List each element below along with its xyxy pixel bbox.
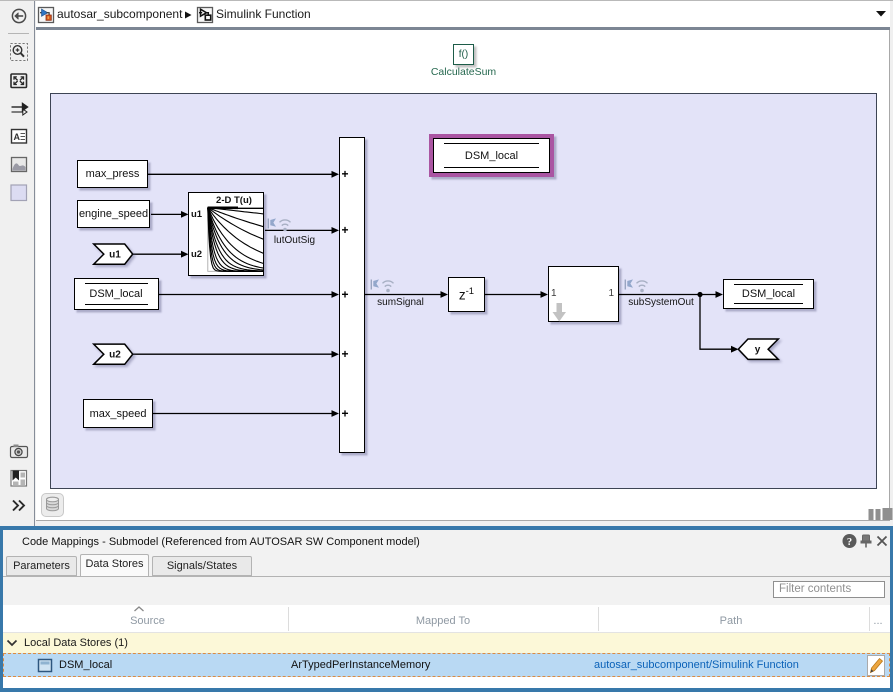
- svg-text:?: ?: [847, 537, 852, 548]
